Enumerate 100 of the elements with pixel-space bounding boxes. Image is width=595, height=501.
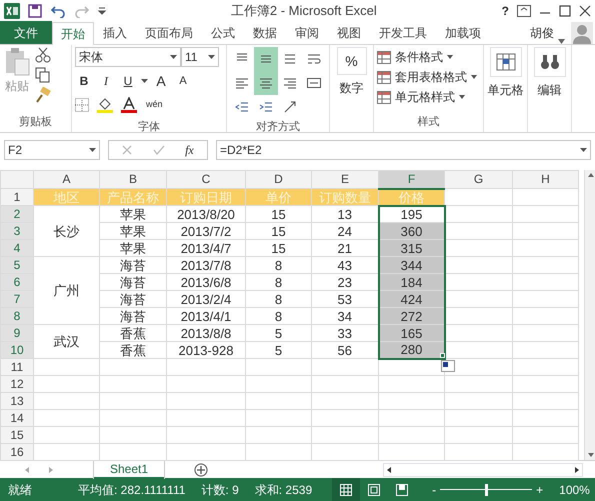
caret-icon[interactable] — [170, 55, 177, 59]
close-icon[interactable] — [579, 5, 591, 17]
save-icon[interactable] — [28, 4, 42, 18]
ribbon-tab[interactable]: 公式 — [202, 21, 244, 44]
caret-icon[interactable] — [459, 95, 465, 99]
row-header[interactable]: 16 — [0, 444, 34, 460]
row-header[interactable]: 2 — [0, 206, 34, 222]
editing-button[interactable]: 编辑 — [538, 81, 562, 99]
column-header[interactable]: E — [312, 170, 378, 188]
horizontal-scrollbar[interactable] — [383, 462, 583, 476]
name-box[interactable]: F2 — [4, 140, 100, 160]
row-header[interactable]: 14 — [0, 410, 34, 426]
fill-handle[interactable] — [440, 353, 445, 358]
style-menu-item[interactable]: 套用表格格式 — [395, 68, 467, 86]
phonetic-button[interactable]: wén — [145, 95, 164, 115]
table-cell: 2013/4/7 — [166, 240, 246, 256]
paste-options-icon[interactable] — [441, 360, 455, 372]
table-cell: 8 — [246, 274, 312, 290]
column-header[interactable]: A — [34, 170, 100, 188]
table-cell: 8 — [246, 256, 312, 274]
table-cell: 香蕉 — [100, 324, 166, 342]
vertical-scrollbar[interactable] — [584, 170, 595, 460]
column-header[interactable]: G — [444, 170, 512, 188]
borders-icon[interactable] — [75, 98, 89, 112]
row-header[interactable]: 6 — [0, 274, 34, 290]
status-text: 计数: 9 — [201, 482, 239, 498]
maximize-icon[interactable] — [559, 5, 571, 17]
undo-icon[interactable] — [50, 4, 66, 18]
table-cell: 香蕉 — [100, 342, 166, 358]
zoom-thumb[interactable] — [485, 484, 488, 496]
ribbon-display-icon[interactable] — [517, 5, 531, 17]
cut-icon[interactable] — [35, 47, 51, 63]
align-button[interactable] — [254, 71, 278, 95]
row-header[interactable]: 15 — [0, 426, 34, 444]
font-name-field[interactable]: 宋体 — [75, 47, 181, 67]
ribbon-tab[interactable]: 开始 — [52, 22, 94, 45]
row-header[interactable]: 11 — [0, 358, 34, 376]
caret-icon[interactable] — [558, 39, 565, 44]
column-header[interactable]: F — [378, 170, 444, 188]
column-header[interactable]: H — [512, 170, 578, 188]
ribbon-tab[interactable]: 开发工具 — [370, 21, 436, 44]
align-button[interactable] — [254, 47, 278, 71]
style-menu-item[interactable]: 单元格样式 — [395, 88, 455, 106]
cells-icon[interactable] — [494, 51, 518, 73]
row-header[interactable]: 10 — [0, 342, 34, 358]
orientation-icon — [283, 100, 297, 114]
insert-function-button[interactable]: fx — [185, 141, 194, 159]
table-cell: 2013-928 — [166, 342, 246, 358]
row-header[interactable]: 9 — [0, 324, 34, 342]
font-color-icon[interactable] — [121, 97, 137, 113]
row-header[interactable]: 13 — [0, 392, 34, 410]
caret-icon[interactable] — [471, 75, 477, 79]
row-header[interactable]: 1 — [0, 188, 34, 206]
help-button[interactable]: ? — [502, 2, 509, 20]
font-size-field[interactable]: 11 — [181, 47, 219, 67]
window-title: 工作簿2 - Microsoft Excel — [230, 2, 378, 20]
ribbon-tab[interactable]: 插入 — [94, 21, 136, 44]
style-menu-item[interactable]: 条件格式 — [395, 48, 443, 66]
zoom-level[interactable]: 100% — [559, 480, 590, 498]
ribbon-tab[interactable]: 页面布局 — [136, 21, 202, 44]
new-sheet-icon[interactable] — [194, 462, 208, 476]
row-header[interactable]: 12 — [0, 376, 34, 392]
caret-icon[interactable] — [89, 148, 96, 152]
cells-button[interactable]: 单元格 — [488, 81, 524, 99]
caret-icon[interactable] — [208, 55, 215, 59]
row-header[interactable]: 4 — [0, 240, 34, 256]
user-name[interactable]: 胡俊 — [530, 24, 554, 42]
column-header[interactable]: B — [100, 170, 166, 188]
table-cell: 海苔 — [100, 256, 166, 274]
column-header[interactable]: D — [246, 170, 312, 188]
ribbon-tab[interactable]: 加载项 — [436, 21, 490, 44]
bold-button[interactable]: B — [75, 71, 93, 91]
sheet-tab[interactable]: Sheet1 — [94, 460, 164, 478]
row-header[interactable]: 5 — [0, 256, 34, 274]
shrink-font-button[interactable]: A — [174, 71, 192, 91]
zoom-in-button[interactable]: + — [536, 480, 544, 498]
caret-icon[interactable] — [580, 148, 587, 152]
ribbon-tab[interactable]: 审阅 — [286, 21, 328, 44]
formula-field[interactable]: =D2*E2 — [216, 140, 591, 160]
ribbon-tab[interactable]: 文件 — [0, 21, 52, 44]
italic-button[interactable]: I — [97, 71, 115, 91]
column-header[interactable]: C — [166, 170, 246, 188]
caret-icon[interactable] — [447, 55, 453, 59]
ribbon-tab[interactable]: 视图 — [328, 21, 370, 44]
table-cell: 184 — [378, 274, 444, 290]
caret-icon[interactable] — [141, 79, 148, 83]
row-header[interactable]: 8 — [0, 308, 34, 324]
fill-color-icon[interactable] — [97, 97, 113, 113]
excel-logo-icon[interactable] — [4, 3, 20, 19]
zoom-out-button[interactable]: - — [432, 480, 436, 498]
row-header[interactable]: 3 — [0, 222, 34, 240]
view-button[interactable] — [332, 478, 360, 501]
underline-button[interactable]: U — [119, 71, 137, 91]
percent-button[interactable]: % — [336, 47, 366, 75]
customize-icon[interactable] — [98, 7, 106, 15]
copy-icon[interactable] — [35, 67, 51, 83]
grow-font-button[interactable]: A — [152, 71, 170, 91]
number-format-button[interactable]: 数字 — [340, 79, 364, 97]
ribbon-tab[interactable]: 数据 — [244, 21, 286, 44]
row-header[interactable]: 7 — [0, 290, 34, 308]
